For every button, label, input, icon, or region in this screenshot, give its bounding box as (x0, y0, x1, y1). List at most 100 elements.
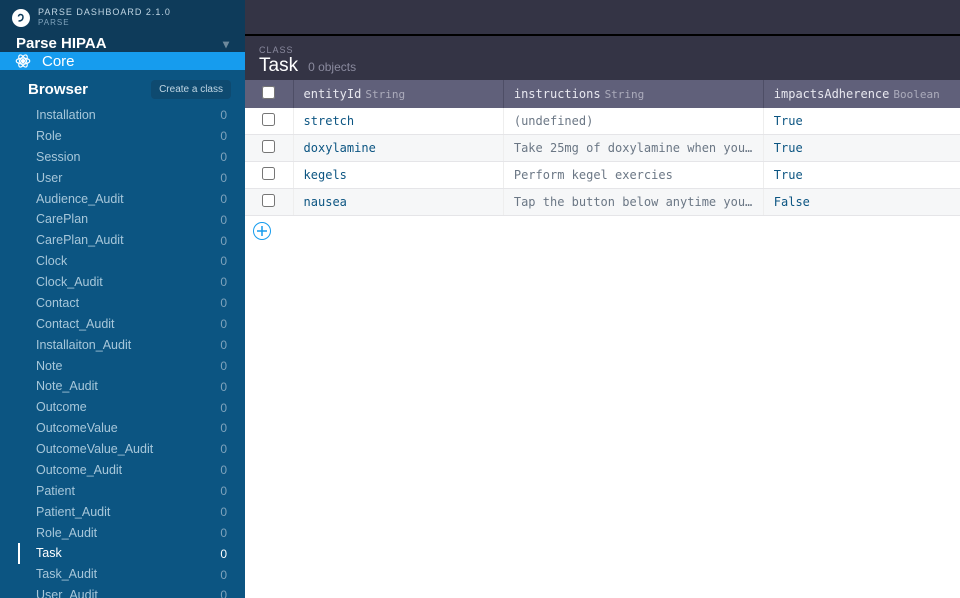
class-item-count: 0 (220, 441, 227, 457)
sidebar-class-item[interactable]: Contact_Audit 0 (18, 314, 231, 335)
sidebar-class-item[interactable]: Installaiton_Audit0 (18, 335, 231, 356)
sidebar-class-item[interactable]: Task0 (18, 543, 231, 564)
column-type: String (605, 88, 645, 101)
class-item-name: OutcomeValue (36, 420, 118, 437)
class-name: Task (259, 55, 298, 77)
cell-instructions[interactable]: Tap the button below anytime you experie… (503, 189, 763, 216)
row-checkbox[interactable] (262, 140, 275, 153)
class-header: CLASS Task 0 objects (245, 36, 960, 80)
class-item-name: Contact_Audit (36, 316, 115, 333)
class-item-count: 0 (220, 233, 227, 249)
section-core[interactable]: Core (0, 52, 245, 70)
cell-impactsadherence[interactable]: True (763, 162, 960, 189)
cell-entityid[interactable]: stretch (293, 108, 503, 135)
cell-impactsadherence[interactable]: True (763, 135, 960, 162)
class-item-name: CarePlan_Audit (36, 232, 124, 249)
cell-entityid[interactable]: nausea (293, 189, 503, 216)
sidebar-class-item[interactable]: User 0 (18, 168, 231, 189)
class-item-name: Role (36, 128, 62, 145)
class-item-name: Outcome (36, 399, 87, 416)
class-item-count: 0 (220, 253, 227, 269)
topbar (245, 0, 960, 36)
cell-instructions[interactable]: (undefined) (503, 108, 763, 135)
sidebar-class-item[interactable]: Outcome_Audit0 (18, 460, 231, 481)
sidebar-class-item[interactable]: Audience_Audit0 (18, 189, 231, 210)
class-item-count: 0 (220, 316, 227, 332)
column-type: Boolean (893, 88, 939, 101)
cell-entityid[interactable]: kegels (293, 162, 503, 189)
sidebar-class-item[interactable]: Outcome0 (18, 397, 231, 418)
sidebar-class-item[interactable]: Contact0 (18, 293, 231, 314)
row-checkbox[interactable] (262, 113, 275, 126)
sidebar-class-item[interactable]: User_Audit0 (18, 585, 231, 598)
row-checkbox[interactable] (262, 194, 275, 207)
sidebar-class-item[interactable]: Task_Audit0 (18, 564, 231, 585)
class-item-name: Task_Audit (36, 566, 97, 583)
cell-impactsadherence[interactable]: True (763, 108, 960, 135)
create-class-button[interactable]: Create a class (151, 80, 231, 99)
app-selector[interactable]: Parse HIPAA ▾ (0, 35, 245, 52)
sidebar-class-item[interactable]: Note_Audit0 (18, 376, 231, 397)
class-item-count: 0 (220, 128, 227, 144)
column-header[interactable]: entityIdString (293, 80, 503, 108)
sidebar-class-item[interactable]: Clock 0 (18, 251, 231, 272)
class-label: CLASS (259, 45, 946, 55)
main: CLASS Task 0 objects entityIdStringinstr… (245, 0, 960, 598)
cell-entityid[interactable]: doxylamine (293, 135, 503, 162)
sidebar-class-item[interactable]: Note0 (18, 356, 231, 377)
class-item-name: Installaiton_Audit (36, 337, 131, 354)
class-item-name: Clock_Audit (36, 274, 103, 291)
browser-heading: Browser (28, 81, 88, 98)
class-item-name: Patient (36, 483, 75, 500)
row-select-cell[interactable] (245, 189, 293, 216)
brand-title: PARSE DASHBOARD 2.1.0 (38, 8, 171, 17)
table-row[interactable]: stretch(undefined)True{"elements":[{"sta (245, 108, 960, 135)
table-header-row: entityIdString instructions String impactsA… (245, 80, 960, 108)
sidebar-class-item[interactable]: CarePlan0 (18, 209, 231, 230)
class-item-name: Note (36, 358, 62, 375)
class-item-name: OutcomeValue_Audit (36, 441, 153, 458)
table-row[interactable]: kegelsPerform kegel exerciesTrue{"elemen… (245, 162, 960, 189)
sidebar-class-item[interactable]: Role_Audit 0 (18, 523, 231, 544)
class-item-count: 0 (220, 170, 227, 186)
cell-impactsadherence[interactable]: False (763, 189, 960, 216)
row-checkbox[interactable] (262, 167, 275, 180)
sidebar-class-item[interactable]: CarePlan_Audit 0 (18, 230, 231, 251)
select-all-checkbox[interactable] (262, 86, 275, 99)
sidebar-class-item[interactable]: Patient0 (18, 481, 231, 502)
cell-instructions[interactable]: Take 25mg of doxylamine when you experie… (503, 135, 763, 162)
data-table-wrapper[interactable]: entityIdString instructions String impactsA… (245, 80, 960, 598)
add-row-button[interactable] (253, 222, 271, 240)
class-item-name: Clock (36, 253, 67, 270)
brand-subtitle: PARSE (38, 19, 171, 27)
row-select-cell[interactable] (245, 135, 293, 162)
class-item-name: Role_Audit (36, 525, 97, 542)
class-item-name: Session (36, 149, 80, 166)
class-item-count: 0 (220, 525, 227, 541)
class-item-count: 0 (220, 149, 227, 165)
row-select-cell[interactable] (245, 162, 293, 189)
column-header[interactable]: impactsAdherenceBoolean (763, 80, 960, 108)
class-item-count: 0 (220, 107, 227, 123)
brand-bar: PARSE DASHBOARD 2.1.0 PARSE (0, 0, 245, 35)
row-select-cell[interactable] (245, 108, 293, 135)
table-row[interactable]: doxylamineTake 25mg of doxylamine when y… (245, 135, 960, 162)
class-item-count: 0 (220, 462, 227, 478)
class-item-count: 0 (220, 212, 227, 228)
table-row[interactable]: nauseaTap the button below anytime you e… (245, 189, 960, 216)
sidebar-class-item[interactable]: Role 0 (18, 126, 231, 147)
sidebar-class-item[interactable]: Session 0 (18, 147, 231, 168)
column-header[interactable]: instructions String (503, 80, 763, 108)
class-item-name: Note_Audit (36, 378, 98, 395)
column-name: instructions (514, 87, 601, 101)
sidebar-class-item[interactable]: Clock_Audit0 (18, 272, 231, 293)
class-item-name: Patient_Audit (36, 504, 110, 521)
sidebar-class-item[interactable]: OutcomeValue_Audit 0 (18, 439, 231, 460)
sidebar-class-item[interactable]: Patient_Audit0 (18, 502, 231, 523)
cell-instructions[interactable]: Perform kegel exercies (503, 162, 763, 189)
class-item-name: User (36, 170, 62, 187)
sidebar-class-item[interactable]: OutcomeValue0 (18, 418, 231, 439)
select-all-header[interactable] (245, 80, 293, 108)
class-item-count: 0 (220, 587, 227, 598)
sidebar-class-item[interactable]: Installation0 (18, 105, 231, 126)
